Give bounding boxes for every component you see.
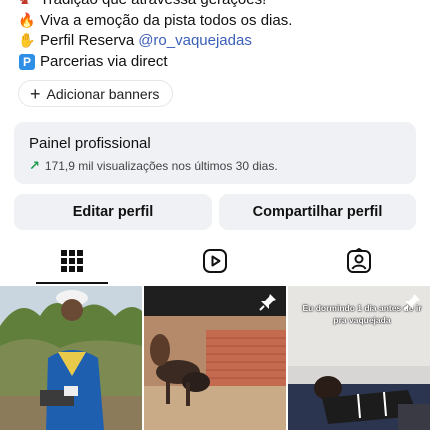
post-grid: Eu dormindo 1 dia antes de ir pra vaquej… [0,286,430,430]
add-banners-button[interactable]: + Adicionar banners [18,80,174,107]
profile-bio: ♞ Tradição que atravessa gerações! 🔥 Viv… [18,0,418,72]
fire-icon: 🔥 [18,12,36,29]
bio-line-1: 🔥 Viva a emoção da pista todos os dias. [18,11,418,32]
pin-icon [258,292,278,317]
bio-line-3: P Parcerias via direct [18,52,418,73]
bio-line-2: ✋ Perfil Reserva @ro_vaquejadas [18,31,418,52]
post-thumbnail-3[interactable]: Eu dormindo 1 dia antes de ir pra vaquej… [288,286,430,430]
tab-reels[interactable] [143,238,286,284]
tagged-icon [346,248,371,273]
mention-link[interactable]: @ro_vaquejadas [138,31,252,52]
edit-profile-button[interactable]: Editar perfil [14,194,212,230]
professional-dashboard[interactable]: Painel profissional ↗ 171,9 mil visualiz… [14,122,416,184]
profile-tabs [0,238,430,284]
tab-posts[interactable] [0,238,143,284]
post-image-rider [0,286,142,430]
dashboard-title: Painel profissional [29,135,151,152]
trend-up-icon: ↗ [29,158,40,173]
post-thumbnail-1[interactable] [0,286,142,430]
share-profile-button[interactable]: Compartilhar perfil [219,194,416,230]
reels-icon [202,249,227,273]
plus-icon: + [30,83,41,104]
parking-icon: P [19,53,35,70]
handshake-icon: ✋ [18,33,36,49]
fire-icon: ♞ [18,0,31,8]
active-tab-indicator [36,282,108,284]
dashboard-stats: ↗ 171,9 mil visualizações nos últimos 30… [29,158,278,173]
post-thumbnail-2[interactable] [144,286,286,430]
tab-tagged[interactable] [287,238,430,284]
pin-icon [402,292,422,317]
grid-icon [60,250,83,272]
bio-line-top: ♞ Tradição que atravessa gerações! [18,0,418,11]
